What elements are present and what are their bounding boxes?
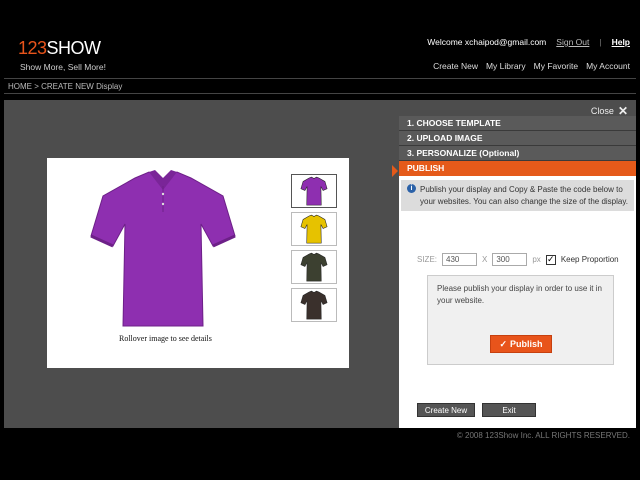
copyright: © 2008 123Show Inc. ALL RIGHTS RESERVED.	[456, 431, 630, 440]
thumb-shirt-image	[300, 252, 328, 282]
height-input[interactable]: 300	[492, 253, 528, 266]
step-upload-image[interactable]: 2. UPLOAD IMAGE	[399, 131, 636, 146]
size-unit: px	[532, 255, 541, 264]
top-nav: Create New My Library My Favorite My Acc…	[433, 61, 630, 71]
divider	[4, 93, 636, 94]
keep-proportion-label: Keep Proportion	[560, 255, 619, 264]
logo-word: SHOW	[46, 38, 102, 58]
nav-my-account[interactable]: My Account	[586, 61, 630, 71]
create-new-button[interactable]: Create New	[417, 403, 475, 417]
thumb-shirt-image	[300, 176, 328, 206]
close-label: Close	[590, 106, 614, 116]
account-bar: Welcome xchaipod@gmail.com Sign Out | He…	[427, 37, 630, 47]
thumbnail-purple-shirt[interactable]	[291, 174, 337, 208]
display-preview: Rollover image to see details	[47, 158, 349, 368]
keep-proportion-checkbox[interactable]: ✓	[545, 254, 556, 265]
sign-out-link[interactable]: Sign Out	[556, 37, 589, 47]
check-icon: ✓	[499, 338, 508, 349]
info-icon: i	[407, 184, 416, 193]
logo[interactable]: 123SHOW	[18, 38, 101, 59]
exit-button[interactable]: Exit	[482, 403, 536, 417]
nav-my-favorite[interactable]: My Favorite	[534, 61, 578, 71]
preview-caption: Rollover image to see details	[119, 334, 212, 343]
step-publish[interactable]: PUBLISH	[399, 161, 636, 176]
publish-box-text: Please publish your display in order to …	[437, 284, 602, 305]
size-label: SIZE:	[417, 255, 438, 264]
size-separator: X	[482, 255, 488, 264]
separator: |	[599, 37, 602, 47]
step-choose-template[interactable]: 1. CHOOSE TEMPLATE	[399, 116, 636, 131]
tagline: Show More, Sell More!	[20, 62, 106, 72]
help-link[interactable]: Help	[612, 37, 630, 47]
publish-button[interactable]: ✓ Publish	[490, 335, 552, 353]
divider	[4, 78, 636, 79]
check-icon: ✓	[547, 254, 555, 264]
nav-my-library[interactable]: My Library	[486, 61, 526, 71]
logo-number: 123	[18, 38, 47, 58]
thumbnail-yellow-shirt[interactable]	[291, 212, 337, 246]
thumbnail-brown-shirt[interactable]	[291, 288, 337, 322]
nav-create-new[interactable]: Create New	[433, 61, 478, 71]
publish-box: Please publish your display in order to …	[427, 275, 614, 365]
wizard-panel: 1. CHOOSE TEMPLATE 2. UPLOAD IMAGE 3. PE…	[392, 116, 636, 428]
width-input[interactable]: 430	[442, 253, 478, 266]
active-step-arrow-icon	[392, 165, 398, 177]
size-row: SIZE: 430 X 300 px ✓ Keep Proportion	[417, 253, 619, 266]
thumbnail-olive-shirt[interactable]	[291, 250, 337, 284]
info-text: Publish your display and Copy & Paste th…	[420, 185, 628, 206]
publish-button-label: Publish	[510, 339, 543, 349]
info-message: i Publish your display and Copy & Paste …	[401, 180, 634, 211]
breadcrumb: HOME > CREATE NEW Display	[8, 82, 123, 91]
workspace: Rollover image to see details Close ✕ 1.…	[4, 100, 636, 428]
shirt-main-image[interactable]	[83, 166, 243, 331]
step-personalize[interactable]: 3. PERSONALIZE (Optional)	[399, 146, 636, 161]
thumb-shirt-image	[300, 214, 328, 244]
thumb-shirt-image	[300, 290, 328, 320]
welcome-text: Welcome xchaipod@gmail.com	[427, 37, 547, 47]
